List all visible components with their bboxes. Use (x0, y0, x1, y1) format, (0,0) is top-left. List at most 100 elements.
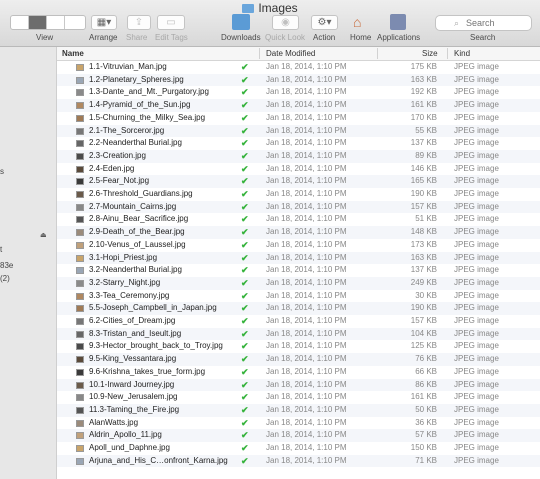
file-name: 11.3-Taming_the_Fire.jpg (89, 404, 180, 414)
image-file-icon (76, 292, 84, 300)
file-kind: JPEG image (454, 163, 499, 173)
cover-flow-icon[interactable] (65, 16, 85, 29)
eject-icon[interactable]: ⏏ (40, 231, 47, 239)
file-size: 57 KB (415, 430, 437, 440)
table-row[interactable]: 2.3-Creation.jpg Jan 18, 2014, 1:10 PM 89 … (57, 149, 540, 163)
table-row[interactable]: 9.6-Krishna_takes_true_form.jpg Jan 18, 2… (57, 366, 540, 379)
image-file-icon (76, 254, 84, 262)
table-row[interactable]: 11.3-Taming_the_Fire.jpg Jan 18, 2014, 1:… (57, 403, 540, 417)
table-row[interactable]: 2.7-Mountain_Cairns.jpg Jan 18, 2014, 1:1… (57, 200, 540, 214)
share-button[interactable]: ⇪ (127, 15, 151, 30)
table-row[interactable]: 2.10-Venus_of_Laussel.jpg Jan 18, 2014, 1… (57, 239, 540, 252)
applications-icon[interactable] (390, 14, 406, 30)
column-divider[interactable] (447, 48, 448, 59)
file-name: 5.5-Joseph_Campbell_in_Japan.jpg (89, 303, 217, 313)
file-size: 66 KB (415, 366, 437, 376)
home-icon[interactable]: ⌂ (353, 14, 361, 30)
file-size: 173 KB (410, 239, 437, 249)
file-list: Name Date Modified Size Kind 1.1-Vitruvi… (57, 47, 540, 479)
applications-label[interactable]: Applications (377, 33, 420, 42)
table-row[interactable]: 9.3-Hector_brought_back_to_Troy.jpg Jan 1… (57, 340, 540, 353)
image-file-icon (76, 305, 84, 313)
table-row[interactable]: 2.9-Death_of_the_Bear.jpg Jan 18, 2014, 1… (57, 226, 540, 239)
file-kind: JPEG image (454, 430, 499, 440)
file-name: 2.4-Eden.jpg (89, 163, 135, 173)
file-date: Jan 18, 2014, 1:10 PM (266, 227, 347, 237)
table-row[interactable]: 1.1-Vitruvian_Man.jpg Jan 18, 2014, 1:10 … (57, 61, 540, 74)
table-row[interactable]: 5.5-Joseph_Campbell_in_Japan.jpg Jan 18, … (57, 302, 540, 315)
table-row[interactable]: 8.3-Tristan_and_Iseult.jpg Jan 18, 2014, … (57, 327, 540, 341)
file-size: 161 KB (410, 392, 437, 402)
search-input[interactable] (466, 16, 526, 30)
sidebar-fragment[interactable]: t (0, 245, 2, 254)
image-file-icon (76, 419, 84, 427)
downloads-icon[interactable] (232, 14, 250, 30)
list-view-icon[interactable] (29, 16, 47, 29)
icon-view-icon[interactable] (11, 16, 29, 29)
sync-check-icon: ✔ (241, 290, 249, 301)
table-row[interactable]: 3.3-Tea_Ceremony.jpg Jan 18, 2014, 1:10 P… (57, 290, 540, 303)
file-name: 3.1-Hopi_Priest.jpg (89, 252, 158, 262)
sync-check-icon: ✔ (241, 100, 249, 111)
file-kind: JPEG image (454, 328, 499, 338)
downloads-label[interactable]: Downloads (221, 33, 261, 42)
image-file-icon (76, 127, 84, 135)
image-file-icon (76, 165, 84, 173)
image-file-icon (76, 229, 84, 237)
table-row[interactable]: 3.2-Starry_Night.jpg Jan 18, 2014, 1:10 P… (57, 276, 540, 290)
table-row[interactable]: Aldrin_Apollo_11.jpg Jan 18, 2014, 1:10 P… (57, 429, 540, 442)
file-kind: JPEG image (454, 112, 499, 122)
table-row[interactable]: 2.1-The_Sorceror.jpg Jan 18, 2014, 1:10 P… (57, 124, 540, 138)
home-label[interactable]: Home (350, 33, 371, 42)
view-mode-control[interactable] (10, 15, 86, 30)
table-row[interactable]: 2.5-Fear_Not.jpg Jan 18, 2014, 1:10 PM 165… (57, 175, 540, 188)
column-view-icon[interactable] (47, 16, 65, 29)
file-date: Jan 18, 2014, 1:10 PM (266, 150, 347, 160)
table-row[interactable]: 1.2-Planetary_Spheres.jpg Jan 18, 2014, 1… (57, 73, 540, 87)
file-size: 163 KB (410, 252, 437, 262)
quick-look-button[interactable]: ◉ (272, 15, 299, 30)
file-name: 9.6-Krishna_takes_true_form.jpg (89, 366, 206, 376)
table-row[interactable]: 3.2-Neanderthal Burial.jpg Jan 18, 2014, … (57, 264, 540, 277)
column-divider[interactable] (259, 48, 260, 59)
table-row[interactable]: 1.4-Pyramid_of_the_Sun.jpg Jan 18, 2014, … (57, 99, 540, 112)
action-button[interactable]: ⚙▾ (311, 15, 338, 30)
file-name: 2.7-Mountain_Cairns.jpg (89, 201, 177, 211)
column-header-size[interactable]: Size (422, 49, 438, 58)
sidebar: s t ⏏ 83e (2) (0, 47, 57, 479)
sidebar-fragment[interactable]: 83e (0, 261, 13, 270)
column-divider[interactable] (377, 48, 378, 59)
table-row[interactable]: 2.8-Ainu_Bear_Sacrifice.jpg Jan 18, 2014,… (57, 213, 540, 226)
table-row[interactable]: 2.2-Neanderthal Burial.jpg Jan 18, 2014, … (57, 137, 540, 150)
table-row[interactable]: 1.3-Dante_and_Mt._Purgatory.jpg Jan 18, 2… (57, 86, 540, 99)
table-row[interactable]: 1.5-Churning_the_Milky_Sea.jpg Jan 18, 20… (57, 112, 540, 125)
column-header-name[interactable]: Name (62, 49, 84, 58)
sync-check-icon: ✔ (241, 417, 249, 428)
column-header-kind[interactable]: Kind (454, 49, 470, 58)
table-row[interactable]: Apoll_und_Daphne.jpg Jan 18, 2014, 1:10 P… (57, 442, 540, 455)
table-row[interactable]: 10.9-New_Jerusalem.jpg Jan 18, 2014, 1:10… (57, 391, 540, 404)
sync-check-icon: ✔ (241, 392, 249, 403)
table-row[interactable]: 2.6-Threshold_Guardians.jpg Jan 18, 2014,… (57, 188, 540, 201)
search-field[interactable]: ⌕ (435, 15, 532, 31)
table-row[interactable]: 2.4-Eden.jpg Jan 18, 2014, 1:10 PM 146 KB J… (57, 163, 540, 176)
column-header-date[interactable]: Date Modified (266, 49, 315, 58)
table-row[interactable]: 9.5-King_Vessantara.jpg Jan 18, 2014, 1:1… (57, 353, 540, 366)
window-title: Images (0, 1, 540, 15)
file-date: Jan 18, 2014, 1:10 PM (266, 316, 347, 325)
quick-look-label: Quick Look (265, 33, 306, 42)
edit-tags-button[interactable]: ▭ (157, 15, 185, 30)
file-name: 3.2-Starry_Night.jpg (89, 277, 161, 287)
file-kind: JPEG image (454, 138, 499, 148)
table-row[interactable]: 3.1-Hopi_Priest.jpg Jan 18, 2014, 1:10 PM… (57, 251, 540, 265)
file-kind: JPEG image (454, 303, 499, 313)
file-kind: JPEG image (454, 125, 499, 135)
table-row[interactable]: AlanWatts.jpg Jan 18, 2014, 1:10 PM 36 KB J… (57, 417, 540, 430)
image-file-icon (76, 279, 84, 287)
table-row[interactable]: Arjuna_and_His_C…onfront_Karna.jpg Jan 18… (57, 454, 540, 468)
table-row[interactable]: 6.2-Cities_of_Dream.jpg Jan 18, 2014, 1:1… (57, 315, 540, 328)
sidebar-fragment[interactable]: (2) (0, 274, 10, 283)
sidebar-fragment[interactable]: s (0, 167, 4, 176)
table-row[interactable]: 10.1-Inward Journey.jpg Jan 18, 2014, 1:1… (57, 378, 540, 392)
arrange-button[interactable]: ▦▾ (91, 15, 117, 30)
